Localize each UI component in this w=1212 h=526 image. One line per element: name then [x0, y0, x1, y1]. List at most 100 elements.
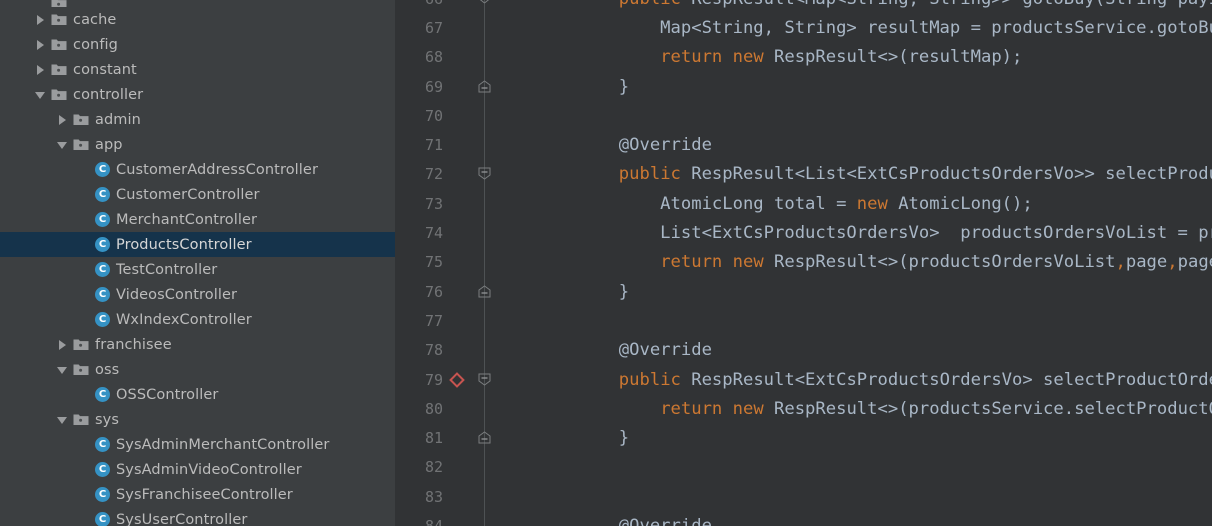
- code-line[interactable]: 72 public RespResult<List<ExtCsProductsO…: [403, 160, 1212, 189]
- code-line-text: public RespResult<ExtCsProductsOrdersVo>…: [536, 370, 1212, 390]
- code-line[interactable]: 67 Map<String, String> resultMap = produ…: [403, 13, 1212, 42]
- tree-item-class[interactable]: C VideosController: [0, 282, 395, 307]
- spacer-icon: [79, 439, 90, 450]
- tree-item-label: sys: [95, 411, 119, 428]
- spacer-icon: [79, 514, 90, 525]
- code-line[interactable]: 79 public RespResult<ExtCsProductsOrders…: [403, 365, 1212, 394]
- code-line[interactable]: 78 @Override: [403, 336, 1212, 365]
- code-line[interactable]: 84 @Override: [403, 511, 1212, 526]
- line-number: 84: [403, 517, 443, 526]
- code-line-text: AtomicLong total = new AtomicLong();: [536, 194, 1033, 214]
- line-number: 74: [424, 224, 443, 243]
- java-class-icon: C: [95, 487, 110, 502]
- line-number: 68: [424, 48, 443, 67]
- code-line-text: }: [536, 282, 629, 302]
- code-line[interactable]: 73 AtomicLong total = new AtomicLong();: [403, 189, 1212, 218]
- java-class-icon: C: [95, 262, 110, 277]
- fold-endtop-icon[interactable]: [478, 0, 492, 6]
- java-class-icon: C: [95, 187, 110, 202]
- line-number: 70: [424, 106, 443, 125]
- tree-item-folder[interactable]: admin: [0, 107, 395, 132]
- tree-item-class[interactable]: C SysUserController: [0, 507, 395, 526]
- tree-item-class[interactable]: C OSSController: [0, 382, 395, 407]
- tree-item-class[interactable]: C SysAdminVideoController: [0, 457, 395, 482]
- code-line[interactable]: 70: [403, 101, 1212, 130]
- code-line[interactable]: 83: [403, 482, 1212, 511]
- chevron-down-icon[interactable]: [57, 364, 68, 375]
- folder-icon: [51, 13, 67, 26]
- fold-end-icon[interactable]: [478, 285, 492, 299]
- tree-item-label: SysFranchiseeController: [116, 486, 293, 503]
- tree-item-class[interactable]: C SysFranchiseeController: [0, 482, 395, 507]
- line-number: 67: [424, 18, 443, 37]
- code-token: return new: [660, 47, 775, 68]
- code-token: }: [536, 428, 630, 449]
- tree-item-folder[interactable]: controller: [0, 82, 395, 107]
- tree-item-folder[interactable]: oss: [0, 357, 395, 382]
- tree-item-folder[interactable]: constant: [0, 57, 395, 82]
- fold-start-icon[interactable]: [478, 373, 492, 387]
- code-line-text: return new RespResult<>(resultMap);: [536, 47, 1022, 67]
- line-number: 77: [424, 311, 443, 330]
- code-line[interactable]: 71 @Override: [403, 131, 1212, 160]
- java-class-icon: C: [95, 512, 110, 526]
- code-line-text: @Override: [536, 135, 712, 155]
- fold-end-icon[interactable]: [478, 431, 492, 445]
- java-class-icon: C: [95, 387, 110, 402]
- chevron-right-icon[interactable]: [57, 339, 68, 350]
- line-number: 80: [424, 399, 443, 418]
- tree-item-class[interactable]: C MerchantController: [0, 207, 395, 232]
- code-token: public: [618, 164, 692, 185]
- code-line[interactable]: 75 return new RespResult<>(productsOrder…: [403, 248, 1212, 277]
- code-line[interactable]: 68 return new RespResult<>(resultMap);: [403, 43, 1212, 72]
- tree-item-folder[interactable]: config: [0, 32, 395, 57]
- chevron-down-icon[interactable]: [57, 139, 68, 150]
- tree-item-class[interactable]: C SysAdminMerchantController: [0, 432, 395, 457]
- tree-item-class[interactable]: C ProductsController: [0, 232, 395, 257]
- tree-item-folder[interactable]: cache: [0, 7, 395, 32]
- chevron-right-icon[interactable]: [57, 114, 68, 125]
- spacer-icon: [79, 314, 90, 325]
- code-line[interactable]: 82: [403, 453, 1212, 482]
- chevron-right-icon[interactable]: [35, 64, 46, 75]
- project-tree-panel[interactable]: cache config constant controller admin app C Cu…: [0, 0, 395, 526]
- bookmark-diamond-icon[interactable]: [449, 371, 465, 388]
- code-token: Map<String, String> resultMap = products…: [536, 17, 1212, 38]
- folder-icon: [73, 113, 89, 126]
- fold-start-icon[interactable]: [478, 167, 492, 181]
- folder-icon: [51, 0, 67, 7]
- chevron-right-icon[interactable]: [35, 14, 46, 25]
- code-line[interactable]: 76 }: [403, 277, 1212, 306]
- chevron-down-icon[interactable]: [57, 414, 68, 425]
- chevron-down-icon[interactable]: [35, 89, 46, 100]
- tree-item-class[interactable]: C TestController: [0, 257, 395, 282]
- code-line[interactable]: 66 public RespResult<Map<String, String>…: [403, 0, 1212, 13]
- panel-divider[interactable]: [395, 0, 403, 526]
- code-token: RespResult<>(productsOrdersVoList: [774, 252, 1116, 273]
- tree-item-folder[interactable]: franchisee: [0, 332, 395, 357]
- code-line[interactable]: 74 List<ExtCsProductsOrdersVo> productsO…: [403, 218, 1212, 247]
- fold-end-icon[interactable]: [478, 79, 492, 94]
- folder-icon: [51, 38, 67, 51]
- tree-item-folder[interactable]: app: [0, 132, 395, 157]
- tree-item-label: MerchantController: [116, 211, 258, 228]
- code-line[interactable]: 81 }: [403, 424, 1212, 453]
- code-token: public: [618, 369, 692, 390]
- tree-item-class[interactable]: C CustomerAddressController: [0, 157, 395, 182]
- java-class-icon: C: [95, 287, 110, 302]
- tree-item-folder[interactable]: sys: [0, 407, 395, 432]
- spacer-icon: [79, 189, 90, 200]
- chevron-right-icon[interactable]: [35, 39, 46, 50]
- spacer-icon: [79, 389, 90, 400]
- code-line[interactable]: 77: [403, 306, 1212, 335]
- tree-item-class[interactable]: C CustomerController: [0, 182, 395, 207]
- tree-item-folder[interactable]: [0, 0, 395, 7]
- code-line[interactable]: 80 return new RespResult<>(productsServi…: [403, 394, 1212, 423]
- tree-item-label: ProductsController: [116, 236, 252, 253]
- tree-item-label: controller: [73, 86, 144, 103]
- code-editor-area[interactable]: 66 public RespResult<Map<String, String>…: [403, 0, 1212, 526]
- code-line[interactable]: 69 }: [403, 72, 1212, 101]
- tree-item-class[interactable]: C WxIndexController: [0, 307, 395, 332]
